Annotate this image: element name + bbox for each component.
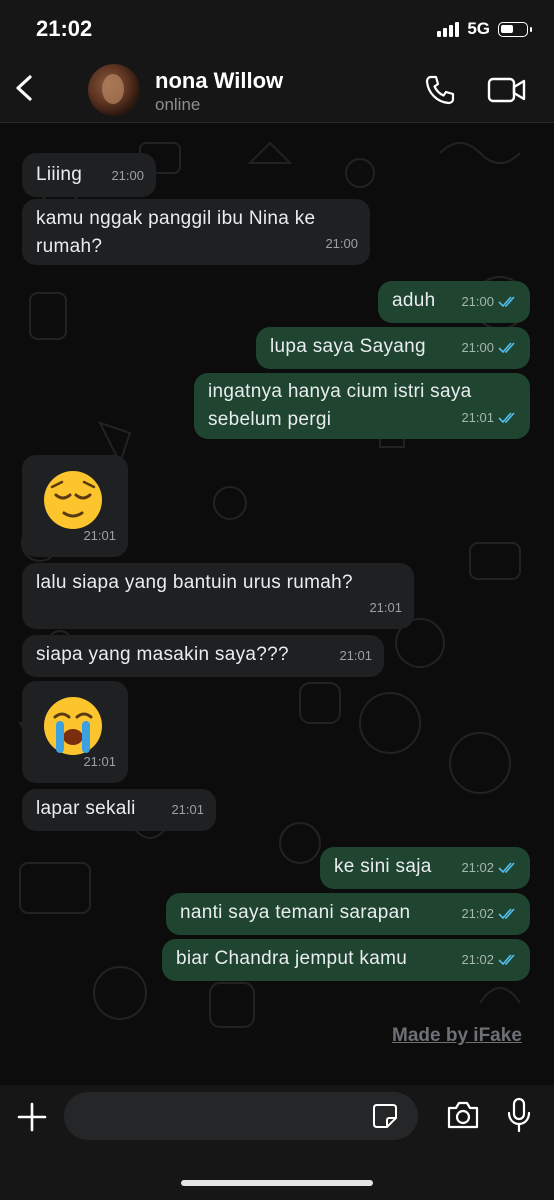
- message-bubble-outgoing[interactable]: aduh 21:00: [378, 281, 530, 323]
- message-text: siapa yang masakin saya???: [36, 644, 289, 665]
- contact-status: online: [155, 95, 201, 114]
- time-label: 21:02: [461, 952, 494, 967]
- contact-name[interactable]: nona Willow: [155, 68, 283, 94]
- sticker-icon[interactable]: [372, 1103, 398, 1129]
- time-label: 21:02: [461, 906, 494, 921]
- message-text: biar Chandra jemput kamu: [176, 948, 408, 969]
- message-text: lapar sekali: [36, 798, 136, 819]
- message-bubble-incoming[interactable]: kamu nggak panggil ibu Nina ke rumah? 21…: [22, 199, 370, 265]
- status-bar: 21:02 5G: [0, 0, 554, 58]
- read-receipt-icon: [498, 342, 515, 354]
- message-meta: 21:02: [461, 946, 518, 974]
- message-bubble-outgoing[interactable]: ke sini saja 21:02: [320, 847, 530, 889]
- time-label: 21:00: [325, 236, 358, 251]
- emoji-message-bubble[interactable]: 21:01: [22, 455, 128, 557]
- message-meta: 21:00: [461, 334, 518, 362]
- time-label: 21:02: [461, 860, 494, 875]
- home-indicator[interactable]: [181, 1180, 373, 1186]
- time-label: 21:01: [83, 754, 116, 769]
- message-bubble-incoming[interactable]: Liiing 21:00: [22, 153, 156, 197]
- time-label: 21:01: [171, 802, 204, 817]
- emoji-message-bubble[interactable]: 21:01: [22, 681, 128, 783]
- message-text: nanti saya temani sarapan: [180, 902, 411, 923]
- composer-bar: [0, 1085, 554, 1200]
- time-label: 21:01: [83, 528, 116, 543]
- time-label: 21:01: [339, 648, 372, 663]
- microphone-icon[interactable]: [506, 1097, 532, 1133]
- read-receipt-icon: [498, 412, 515, 424]
- message-text: ke sini saja: [334, 856, 432, 877]
- status-time: 21:02: [36, 16, 93, 41]
- message-bubble-incoming[interactable]: siapa yang masakin saya??? 21:01: [22, 635, 384, 677]
- message-bubble-outgoing[interactable]: ingatnya hanya cium istri saya sebelum p…: [194, 373, 530, 439]
- read-receipt-icon: [498, 862, 515, 874]
- video-call-icon[interactable]: [487, 76, 527, 104]
- network-label: 5G: [467, 19, 490, 38]
- message-bubble-outgoing[interactable]: nanti saya temani sarapan 21:02: [166, 893, 530, 935]
- time-label: 21:00: [111, 168, 144, 183]
- message-time: 21:01: [83, 522, 116, 550]
- time-label: 21:01: [369, 600, 402, 615]
- status-indicators: 5G: [437, 19, 532, 39]
- avatar[interactable]: [88, 64, 140, 116]
- message-time: 21:01: [83, 748, 116, 776]
- time-label: 21:00: [461, 294, 494, 309]
- camera-icon[interactable]: [446, 1100, 480, 1130]
- message-text: aduh: [392, 290, 436, 311]
- phone-icon[interactable]: [424, 74, 456, 106]
- message-meta: 21:00: [461, 288, 518, 316]
- message-text: lalu siapa yang bantuin urus rumah?: [36, 572, 353, 593]
- time-label: 21:00: [461, 340, 494, 355]
- chat-area[interactable]: Liiing 21:00 kamu nggak panggil ibu Nina…: [0, 123, 554, 1085]
- read-receipt-icon: [498, 296, 515, 308]
- signal-icon: [437, 21, 460, 37]
- message-time: 21:01: [369, 594, 402, 622]
- watermark: Made by iFake: [392, 1025, 522, 1046]
- message-bubble-outgoing[interactable]: biar Chandra jemput kamu 21:02: [162, 939, 530, 981]
- message-meta: 21:02: [461, 854, 518, 882]
- message-time: 21:00: [325, 230, 358, 258]
- message-bubble-incoming[interactable]: lapar sekali 21:01: [22, 789, 216, 831]
- message-text: lupa saya Sayang: [270, 336, 426, 357]
- message-meta: 21:01: [461, 404, 518, 432]
- back-chevron-icon[interactable]: [10, 70, 42, 106]
- message-text: Liiing: [36, 164, 83, 185]
- chat-header: nona Willow online: [0, 58, 554, 123]
- message-time: 21:01: [339, 642, 372, 670]
- plus-icon[interactable]: [16, 1101, 48, 1133]
- time-label: 21:01: [461, 410, 494, 425]
- message-input[interactable]: [64, 1092, 418, 1140]
- message-bubble-outgoing[interactable]: lupa saya Sayang 21:00: [256, 327, 530, 369]
- read-receipt-icon: [498, 908, 515, 920]
- message-time: 21:00: [111, 162, 144, 190]
- battery-icon: [498, 21, 532, 37]
- message-meta: 21:02: [461, 900, 518, 928]
- message-text: kamu nggak panggil ibu Nina ke rumah?: [36, 208, 316, 257]
- message-bubble-incoming[interactable]: lalu siapa yang bantuin urus rumah? 21:0…: [22, 563, 414, 629]
- read-receipt-icon: [498, 954, 515, 966]
- message-time: 21:01: [171, 796, 204, 824]
